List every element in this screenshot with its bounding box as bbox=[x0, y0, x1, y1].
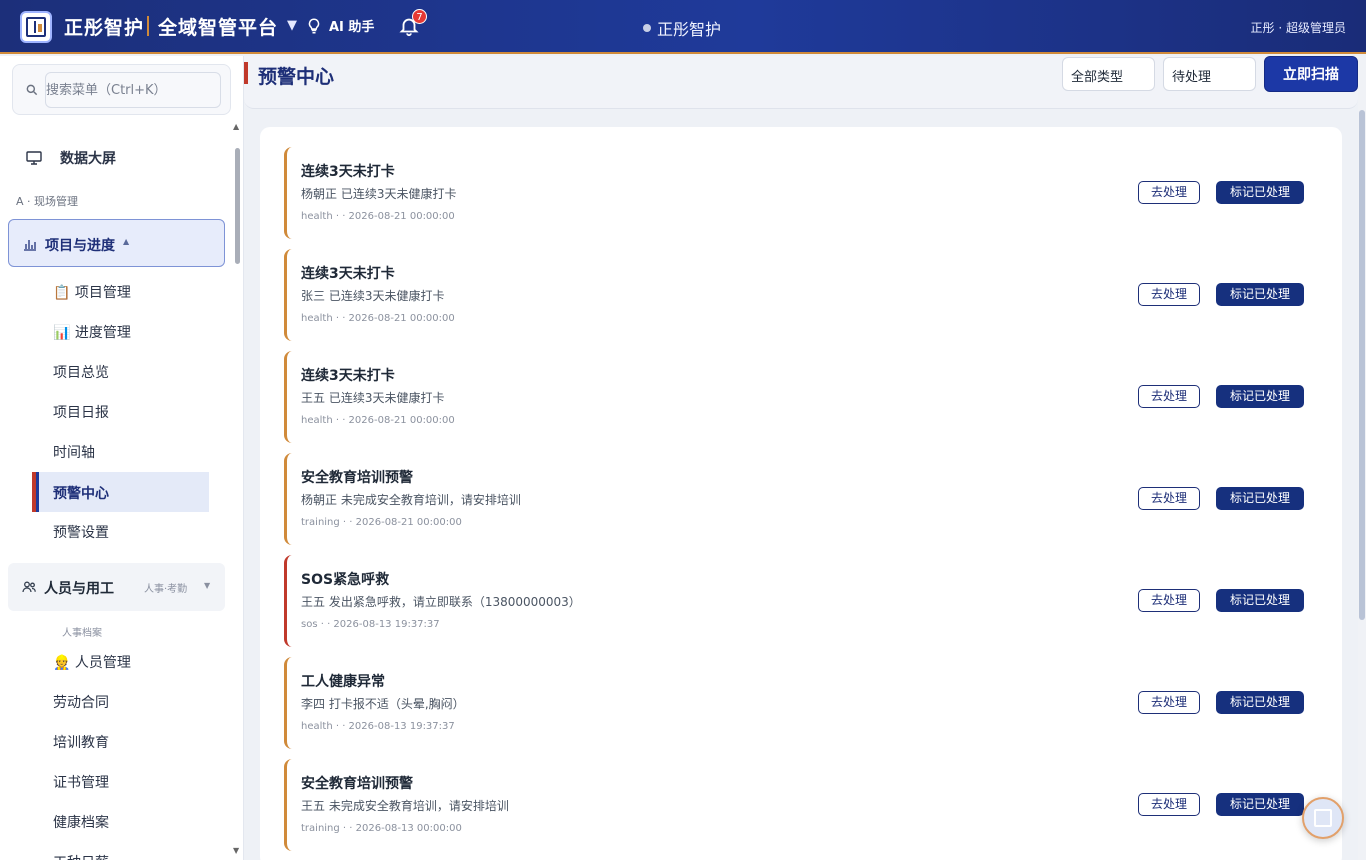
scroll-up-arrow[interactable]: ▲ bbox=[233, 122, 239, 131]
ai-assistant-label: AI 助手 bbox=[329, 20, 375, 35]
alert-list: 连续3天未打卡 杨朝正 已连续3天未健康打卡 health · · 2026-0… bbox=[260, 127, 1342, 860]
sidebar-scrollbar[interactable] bbox=[235, 148, 240, 264]
sidebar-item-health-records[interactable]: 健康档案 bbox=[53, 812, 109, 832]
sidebar-item-alert-center[interactable]: 预警中心 bbox=[32, 472, 209, 512]
alert-item: SOS紧急呼救 王五 发出紧急呼救，请立即联系（13800000003） sos… bbox=[284, 555, 1318, 647]
alert-item: 连续3天未打卡 杨朝正 已连续3天未健康打卡 health · · 2026-0… bbox=[284, 147, 1318, 239]
page-header: 预警中心 全部类型 待处理 立即扫描 bbox=[244, 56, 1358, 109]
status-dot bbox=[643, 24, 651, 32]
alert-title: 连续3天未打卡 bbox=[301, 368, 395, 384]
alert-title: 连续3天未打卡 bbox=[301, 266, 395, 282]
alert-title: 连续3天未打卡 bbox=[301, 164, 395, 180]
sidebar-item-daily-wage[interactable]: 工种日薪 bbox=[53, 852, 109, 860]
alert-item: 安全教育培训预警 王五 未完成安全教育培训，请安排培训 training · ·… bbox=[284, 759, 1318, 851]
alert-item: 工人健康异常 李四 打卡报不适（头晕,胸闷） health · · 2026-0… bbox=[284, 657, 1318, 749]
sidebar-item-timeline[interactable]: 时间轴 bbox=[53, 442, 95, 462]
sidebar-item-personnel[interactable]: 👷 人员管理 bbox=[53, 652, 131, 672]
group-label: 项目与进度 bbox=[45, 238, 115, 254]
alert-meta: health · · 2026-08-21 00:00:00 bbox=[301, 415, 455, 426]
alert-item: 安全教育培训预警 杨朝正 未完成安全教育培训，请安排培训 training · … bbox=[284, 453, 1318, 545]
handle-button[interactable]: 去处理 bbox=[1138, 283, 1200, 306]
mark-handled-button[interactable]: 标记已处理 bbox=[1216, 691, 1304, 714]
center-title: 正彤智护 bbox=[657, 20, 722, 39]
mark-handled-button[interactable]: 标记已处理 bbox=[1216, 385, 1304, 408]
sidebar-item-certificates[interactable]: 证书管理 bbox=[53, 772, 109, 792]
ai-assistant-button[interactable]: AI 助手 bbox=[305, 16, 374, 35]
title-accent bbox=[244, 62, 248, 84]
lightbulb-icon bbox=[308, 17, 320, 33]
status-filter-select[interactable]: 待处理 bbox=[1163, 57, 1256, 91]
sidebar-item-label: 数据大屏 bbox=[60, 151, 116, 167]
type-filter-select[interactable]: 全部类型 bbox=[1062, 57, 1155, 91]
bar-chart-icon bbox=[24, 240, 36, 251]
alert-description: 李四 打卡报不适（头晕,胸闷） bbox=[301, 697, 465, 711]
sidebar-group-project[interactable]: 项目与进度 ▲ bbox=[8, 219, 225, 267]
alert-meta: training · · 2026-08-13 00:00:00 bbox=[301, 823, 462, 834]
top-bar: 正彤智护 全域智管平台 ▼ AI 助手 7 正彤智护 正彤 · 超级管理员 bbox=[0, 0, 1366, 54]
group-label: 人员与用工 bbox=[44, 581, 114, 597]
handle-button[interactable]: 去处理 bbox=[1138, 793, 1200, 816]
sidebar-item-project-management[interactable]: 📋 项目管理 bbox=[53, 282, 131, 302]
alert-meta: health · · 2026-08-21 00:00:00 bbox=[301, 313, 455, 324]
alert-description: 张三 已连续3天未健康打卡 bbox=[301, 289, 445, 303]
logo-icon[interactable] bbox=[20, 11, 52, 43]
mark-handled-button[interactable]: 标记已处理 bbox=[1216, 487, 1304, 510]
chevron-down-icon[interactable]: ▼ bbox=[287, 18, 297, 33]
alert-meta: health · · 2026-08-21 00:00:00 bbox=[301, 211, 455, 222]
chevron-up-icon: ▲ bbox=[123, 237, 130, 246]
chevron-down-icon: ▼ bbox=[204, 581, 211, 590]
mark-handled-button[interactable]: 标记已处理 bbox=[1216, 283, 1304, 306]
alert-title: SOS紧急呼救 bbox=[301, 572, 390, 588]
alert-title: 工人健康异常 bbox=[301, 674, 385, 690]
alert-item: 连续3天未打卡 张三 已连续3天未健康打卡 health · · 2026-08… bbox=[284, 249, 1318, 341]
mark-handled-button[interactable]: 标记已处理 bbox=[1216, 589, 1304, 612]
alert-meta: health · · 2026-08-13 19:37:37 bbox=[301, 721, 455, 732]
sidebar-item-contracts[interactable]: 劳动合同 bbox=[53, 692, 109, 712]
handle-button[interactable]: 去处理 bbox=[1138, 691, 1200, 714]
alert-meta: training · · 2026-08-21 00:00:00 bbox=[301, 517, 462, 528]
sidebar-item-project-overview[interactable]: 项目总览 bbox=[53, 362, 109, 382]
alert-title: 安全教育培训预警 bbox=[301, 470, 413, 486]
page-title: 预警中心 bbox=[258, 66, 335, 88]
sidebar-item-alert-settings[interactable]: 预警设置 bbox=[53, 522, 109, 542]
notification-badge: 7 bbox=[412, 9, 427, 24]
page-scrollbar[interactable] bbox=[1359, 110, 1365, 620]
scan-now-button[interactable]: 立即扫描 bbox=[1264, 56, 1358, 92]
alert-description: 杨朝正 已连续3天未健康打卡 bbox=[301, 187, 457, 201]
handle-button[interactable]: 去处理 bbox=[1138, 385, 1200, 408]
alert-description: 王五 未完成安全教育培训，请安排培训 bbox=[301, 799, 509, 813]
sidebar-item-training[interactable]: 培训教育 bbox=[53, 732, 109, 752]
sidebar-item-label: 预警中心 bbox=[53, 486, 109, 502]
sidebar-item-progress-management[interactable]: 📊 进度管理 bbox=[53, 322, 131, 342]
floating-assistant-icon[interactable] bbox=[1302, 797, 1344, 839]
sidebar: ▲ ▼ 数据大屏 A · 现场管理 项目与进度 ▲ 📋 项目管理 📊 进度管理 … bbox=[0, 56, 244, 860]
section-label: A · 现场管理 bbox=[16, 195, 79, 208]
search-input[interactable] bbox=[45, 72, 221, 108]
brand-name: 正彤智护 bbox=[64, 17, 145, 39]
monitor-icon bbox=[26, 151, 42, 165]
brand-divider bbox=[147, 16, 149, 36]
handle-button[interactable]: 去处理 bbox=[1138, 181, 1200, 204]
alert-item: 连续3天未打卡 王五 已连续3天未健康打卡 health · · 2026-08… bbox=[284, 351, 1318, 443]
alert-title: 安全教育培训预警 bbox=[301, 776, 413, 792]
subsection-label: 人事档案 bbox=[62, 628, 102, 639]
handle-button[interactable]: 去处理 bbox=[1138, 589, 1200, 612]
platform-name: 全域智管平台 bbox=[158, 17, 279, 39]
search-box bbox=[12, 64, 231, 115]
sidebar-item-dashboard[interactable]: 数据大屏 bbox=[26, 148, 116, 168]
scroll-down-arrow[interactable]: ▼ bbox=[233, 846, 239, 855]
alert-meta: sos · · 2026-08-13 19:37:37 bbox=[301, 619, 440, 630]
sidebar-group-personnel[interactable]: 人员与用工 人事·考勤 ▼ bbox=[8, 563, 225, 611]
user-info[interactable]: 正彤 · 超级管理员 bbox=[1251, 19, 1346, 36]
mark-handled-button[interactable]: 标记已处理 bbox=[1216, 181, 1304, 204]
handle-button[interactable]: 去处理 bbox=[1138, 487, 1200, 510]
alert-description: 王五 发出紧急呼救，请立即联系（13800000003） bbox=[301, 595, 581, 609]
group-tag: 人事·考勤 bbox=[144, 584, 188, 595]
alert-description: 杨朝正 未完成安全教育培训，请安排培训 bbox=[301, 493, 521, 507]
sidebar-item-daily-report[interactable]: 项目日报 bbox=[53, 402, 109, 422]
alert-description: 王五 已连续3天未健康打卡 bbox=[301, 391, 445, 405]
search-icon bbox=[26, 84, 38, 96]
users-icon bbox=[22, 581, 36, 593]
mark-handled-button[interactable]: 标记已处理 bbox=[1216, 793, 1304, 816]
